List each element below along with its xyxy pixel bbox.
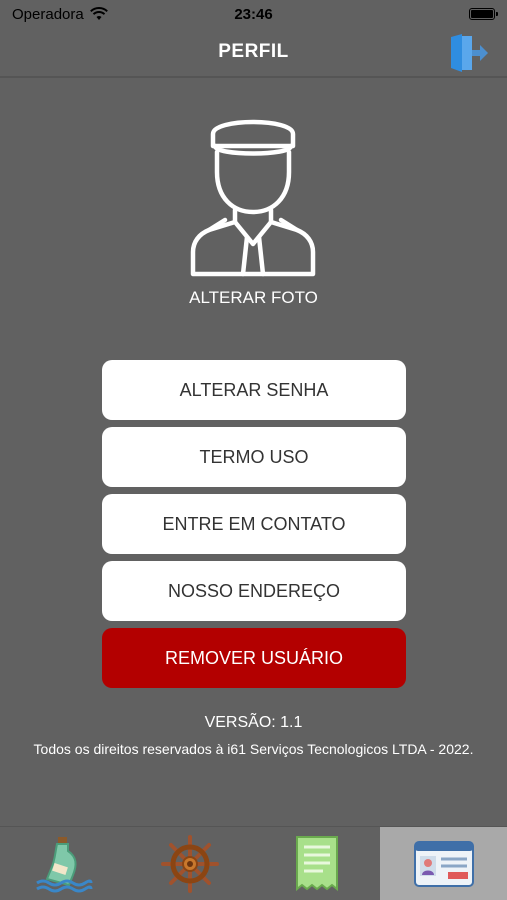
remove-user-button[interactable]: REMOVER USUÁRIO — [102, 628, 406, 688]
tab-navigation[interactable] — [127, 827, 254, 900]
id-card-icon — [413, 840, 474, 887]
terms-button[interactable]: TERMO USO — [102, 427, 406, 487]
pilot-avatar-icon — [190, 119, 316, 277]
change-photo-button[interactable]: ALTERAR FOTO — [0, 288, 507, 308]
carrier-label: Operadora — [12, 5, 84, 23]
version-label: VERSÃO: 1.1 — [204, 714, 303, 731]
receipt-icon — [295, 835, 338, 891]
change-password-button[interactable]: ALTERAR SENHA — [102, 360, 406, 420]
tab-bar — [0, 826, 507, 900]
status-left: Operadora — [12, 6, 108, 23]
nav-bar: PERFIL — [0, 28, 507, 78]
ship-wheel-icon — [161, 834, 220, 893]
copyright-label: Todos os direitos reservados à i61 Servi… — [33, 741, 474, 757]
battery-icon — [469, 8, 498, 20]
bottle-message-icon — [36, 836, 93, 892]
logout-button[interactable] — [447, 32, 491, 74]
page-title: PERFIL — [218, 41, 289, 62]
tab-profile[interactable] — [380, 827, 507, 900]
status-bar: Operadora 23:46 — [0, 0, 507, 28]
logout-door-icon — [451, 34, 488, 72]
tab-receipts[interactable] — [254, 827, 381, 900]
tab-messages[interactable] — [0, 827, 127, 900]
wifi-icon — [89, 7, 108, 20]
address-button[interactable]: NOSSO ENDEREÇO — [102, 561, 406, 621]
contact-button[interactable]: ENTRE EM CONTATO — [102, 494, 406, 554]
